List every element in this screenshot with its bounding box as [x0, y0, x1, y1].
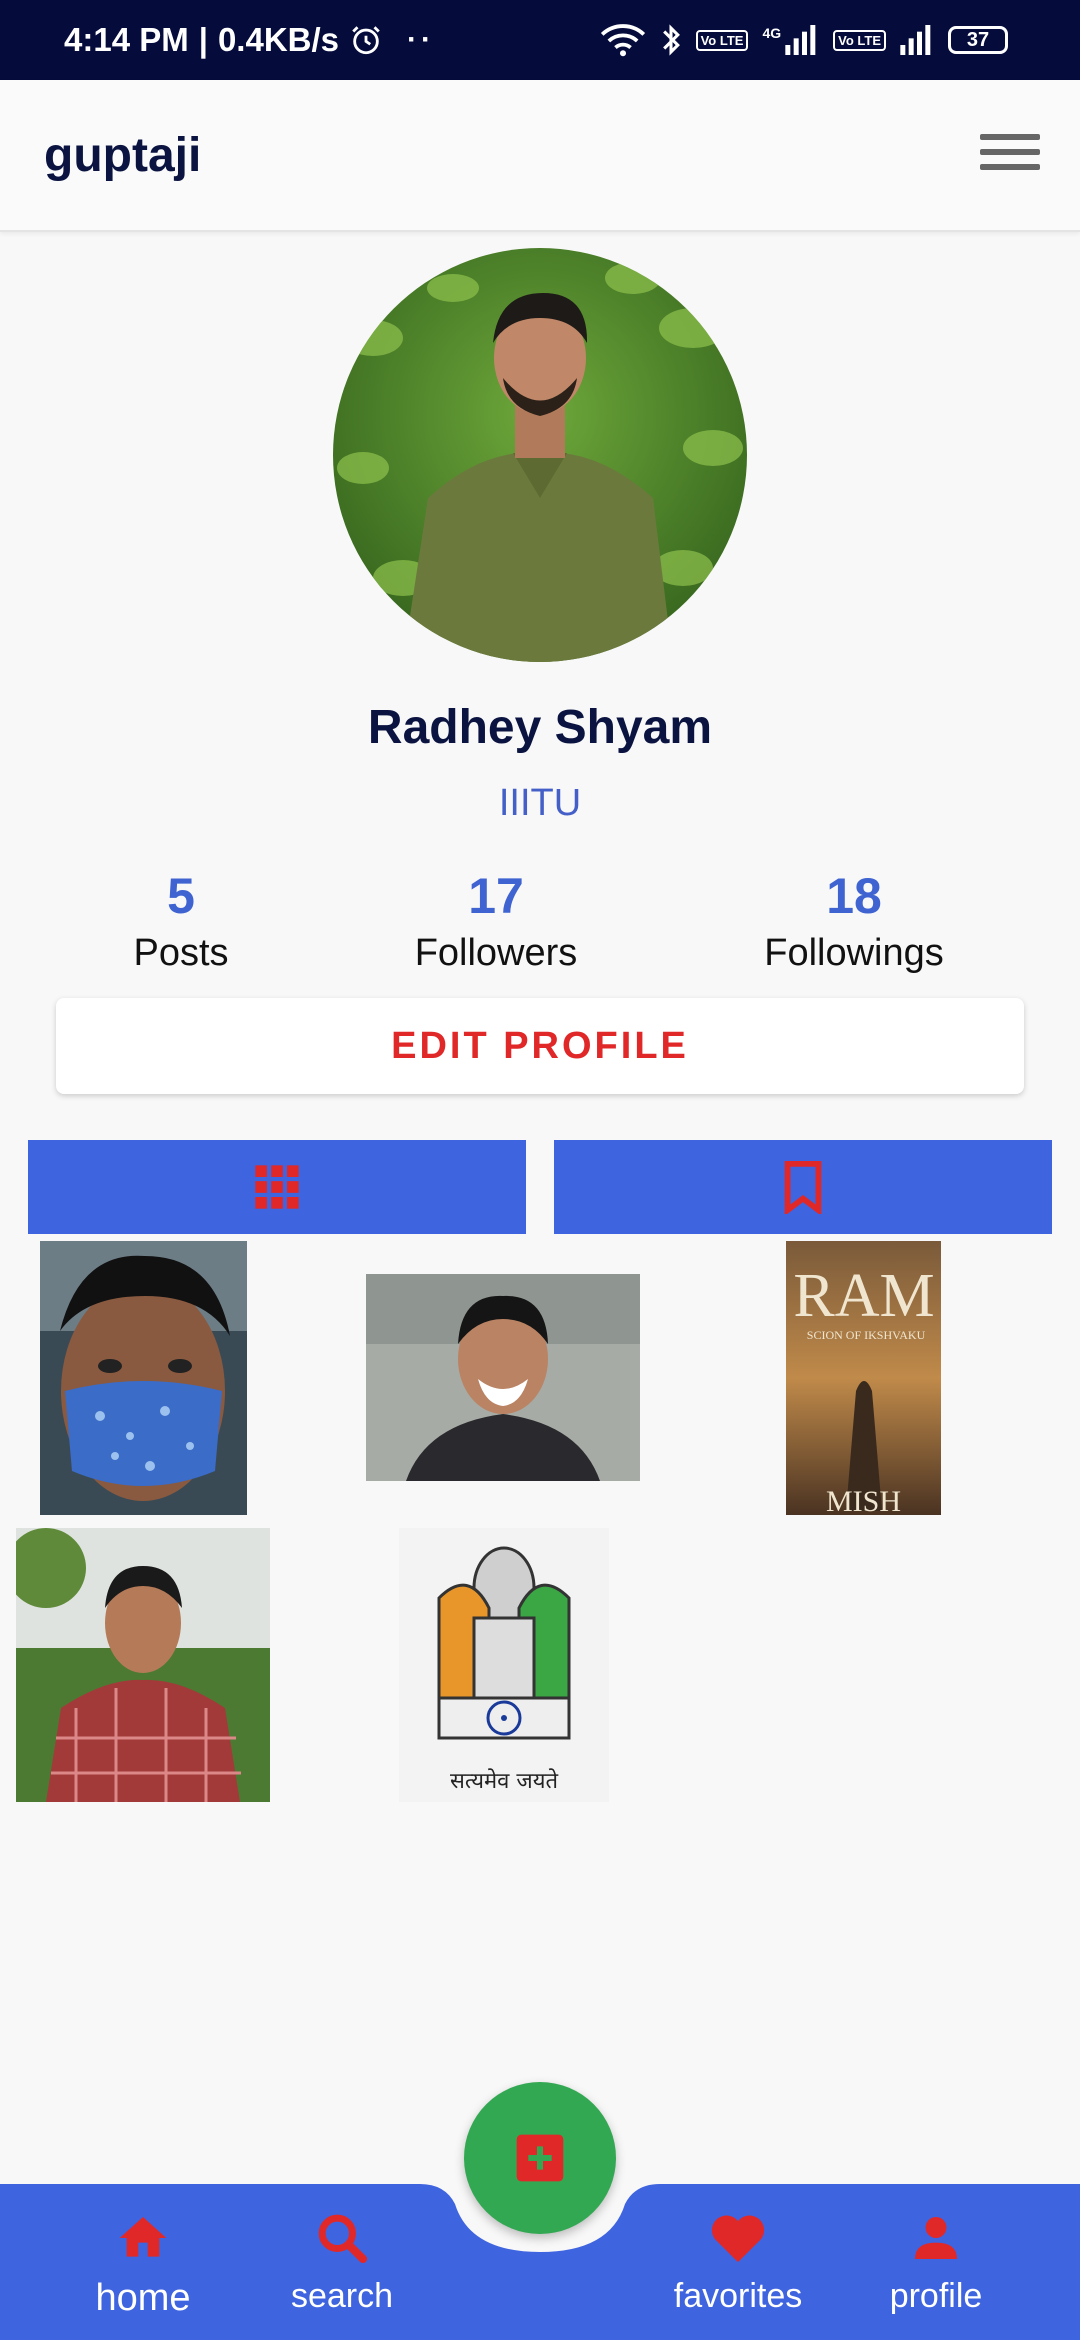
- alarm-icon: [352, 26, 380, 55]
- status-dots: ··: [407, 23, 435, 56]
- battery-indicator: 37: [948, 26, 1008, 54]
- stat-followers[interactable]: 17 Followers: [366, 868, 626, 978]
- search-icon: [318, 2214, 368, 2264]
- person-icon: [915, 2217, 957, 2259]
- book-subtitle: SCION OF IKSHVAKU: [807, 1328, 926, 1342]
- profile-avatar[interactable]: [333, 248, 747, 662]
- nav-search[interactable]: search: [262, 2210, 422, 2316]
- stat-followers-label: Followers: [414, 932, 578, 974]
- stat-posts[interactable]: 5 Posts: [51, 868, 311, 978]
- add-box-icon: [516, 2134, 564, 2182]
- profile-bio: IIITU: [498, 782, 582, 824]
- post-book-cover[interactable]: RAM SCION OF IKSHVAKU MISH: [786, 1241, 941, 1515]
- nav-home[interactable]: home: [63, 2210, 223, 2320]
- bookmark-icon: [784, 1160, 822, 1214]
- nav-profile[interactable]: profile: [856, 2210, 1016, 2316]
- status-time: 4:14 PM: [64, 21, 189, 58]
- app-title: guptaji: [44, 129, 202, 182]
- tab-saved[interactable]: [554, 1140, 1052, 1234]
- stat-followings-value: 18: [826, 868, 882, 924]
- home-icon: [119, 2217, 167, 2257]
- signal-icon: [785, 25, 816, 55]
- grid-icon: [255, 1165, 299, 1209]
- stat-followings[interactable]: 18 Followings: [724, 868, 984, 978]
- post-portrait-checked-shirt[interactable]: [16, 1528, 270, 1802]
- stat-followings-label: Followings: [764, 932, 944, 974]
- stat-posts-label: Posts: [133, 932, 229, 974]
- volte-badge: Vo LTE: [695, 29, 749, 51]
- status-speed: 0.4KB/s: [217, 21, 340, 58]
- nav-profile-label: profile: [889, 2277, 983, 2315]
- nav-search-label: search: [290, 2277, 394, 2315]
- profile-name: Radhey Shyam: [367, 701, 713, 754]
- network-4g-label: 4G: [762, 25, 782, 41]
- post-smiling-selfie[interactable]: [366, 1274, 640, 1481]
- app-bar: guptaji: [0, 80, 1080, 232]
- nav-home-label: home: [95, 2277, 191, 2319]
- edit-profile-button[interactable]: EDIT PROFILE: [56, 998, 1024, 1094]
- battery-level: 37: [966, 28, 990, 51]
- nav-favorites-label: favorites: [673, 2277, 803, 2315]
- stat-followers-value: 17: [468, 868, 524, 924]
- post-masked-selfie[interactable]: [40, 1241, 247, 1515]
- book-author: MISH: [826, 1485, 901, 1515]
- emblem-caption: सत्यमेव जयते: [450, 1768, 558, 1794]
- volte-badge-2: Vo LTE: [833, 29, 886, 51]
- status-bar: 4:14 PM | 0.4KB/s ·· Vo LTE 4G Vo LTE 37: [0, 0, 1080, 80]
- post-national-emblem[interactable]: सत्यमेव जयते: [399, 1528, 609, 1802]
- signal-icon-2: [900, 25, 931, 55]
- add-post-button[interactable]: [464, 2082, 616, 2234]
- book-title: RAM: [793, 1262, 934, 1330]
- wifi-icon: [600, 24, 645, 57]
- stat-posts-value: 5: [167, 868, 195, 924]
- nav-favorites[interactable]: favorites: [658, 2210, 818, 2316]
- bluetooth-icon: [662, 24, 680, 56]
- hamburger-menu-icon[interactable]: [980, 134, 1040, 178]
- heart-icon: [711, 2215, 765, 2263]
- tab-posts-grid[interactable]: [28, 1140, 526, 1234]
